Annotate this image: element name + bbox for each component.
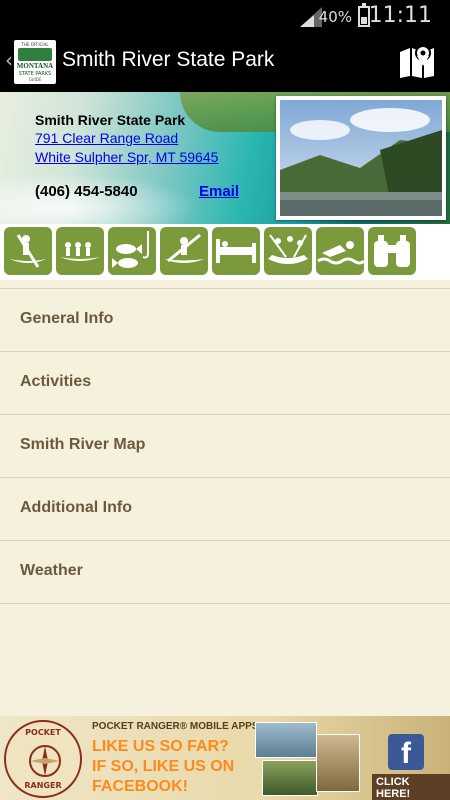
pocket-ranger-badge: POCKET RANGER bbox=[4, 720, 82, 798]
badge-bottom-text: RANGER bbox=[24, 781, 62, 790]
ad-photo bbox=[255, 722, 317, 758]
menu-item-label: Activities bbox=[20, 373, 92, 390]
logo-graphic bbox=[18, 48, 52, 61]
logo-name: MONTANA bbox=[16, 62, 54, 70]
canoe-icon[interactable] bbox=[4, 227, 52, 275]
address-line1-link[interactable]: 791 Clear Range Road bbox=[35, 130, 178, 146]
park-header: Smith River State Park 791 Clear Range R… bbox=[0, 92, 450, 224]
compass-icon bbox=[29, 745, 61, 777]
back-chevron-icon[interactable]: ‹ bbox=[5, 48, 13, 72]
menu-item-label: Weather bbox=[20, 562, 83, 579]
park-photo-image bbox=[280, 100, 442, 216]
menu-item-general-info[interactable]: General Info bbox=[0, 289, 450, 352]
lodging-icon[interactable] bbox=[212, 227, 260, 275]
status-bar: 40% 11:11 bbox=[0, 0, 450, 32]
binoculars-icon[interactable] bbox=[368, 227, 416, 275]
menu-item-label: General Info bbox=[20, 310, 114, 327]
address-line2-link[interactable]: White Sulpher Spr, MT 59645 bbox=[35, 149, 218, 165]
ad-heading: POCKET RANGER® MOBILE APPS bbox=[92, 721, 259, 732]
swimming-icon[interactable] bbox=[316, 227, 364, 275]
ad-text-line: IF SO, LIKE US ON bbox=[92, 758, 235, 775]
clock: 11:11 bbox=[368, 3, 432, 28]
facebook-ad-banner[interactable]: POCKET RANGER POCKET RANGER® MOBILE APPS… bbox=[0, 716, 450, 800]
menu-item-activities[interactable]: Activities bbox=[0, 352, 450, 415]
action-bar: ‹ THE OFFICIAL MONTANA STATE PARKS GUIDE… bbox=[0, 32, 450, 92]
park-photo bbox=[276, 96, 446, 220]
park-menu: General Info Activities Smith River Map … bbox=[0, 289, 450, 604]
app-logo[interactable]: THE OFFICIAL MONTANA STATE PARKS GUIDE bbox=[14, 40, 56, 84]
park-name: Smith River State Park bbox=[35, 112, 186, 128]
badge-top-text: POCKET bbox=[25, 728, 61, 737]
menu-item-weather[interactable]: Weather bbox=[0, 541, 450, 604]
map-pin-icon[interactable] bbox=[398, 44, 436, 80]
menu-item-additional-info[interactable]: Additional Info bbox=[0, 478, 450, 541]
logo-tag: GUIDE bbox=[28, 77, 42, 82]
rowing-team-icon[interactable] bbox=[56, 227, 104, 275]
page-title: Smith River State Park bbox=[62, 48, 275, 71]
ad-text-line: FACEBOOK! bbox=[92, 778, 188, 795]
menu-item-smith-river-map[interactable]: Smith River Map bbox=[0, 415, 450, 478]
ad-photo bbox=[262, 760, 318, 796]
menu-item-label: Additional Info bbox=[20, 499, 132, 516]
logo-small-text: THE OFFICIAL bbox=[21, 42, 49, 47]
menu-item-label: Smith River Map bbox=[20, 436, 146, 453]
ad-photo bbox=[316, 734, 360, 792]
rafting-icon[interactable] bbox=[264, 227, 312, 275]
kayak-icon[interactable] bbox=[160, 227, 208, 275]
ad-text-line: LIKE US SO FAR? bbox=[92, 738, 229, 755]
battery-percentage: 40% bbox=[318, 8, 352, 26]
click-here-button[interactable]: CLICK HERE! bbox=[372, 774, 450, 800]
activity-icons bbox=[0, 224, 450, 280]
fishing-icon[interactable] bbox=[108, 227, 156, 275]
phone-number[interactable]: (406) 454-5840 bbox=[35, 183, 138, 200]
email-link[interactable]: Email bbox=[199, 183, 239, 200]
facebook-icon: f bbox=[388, 734, 424, 770]
